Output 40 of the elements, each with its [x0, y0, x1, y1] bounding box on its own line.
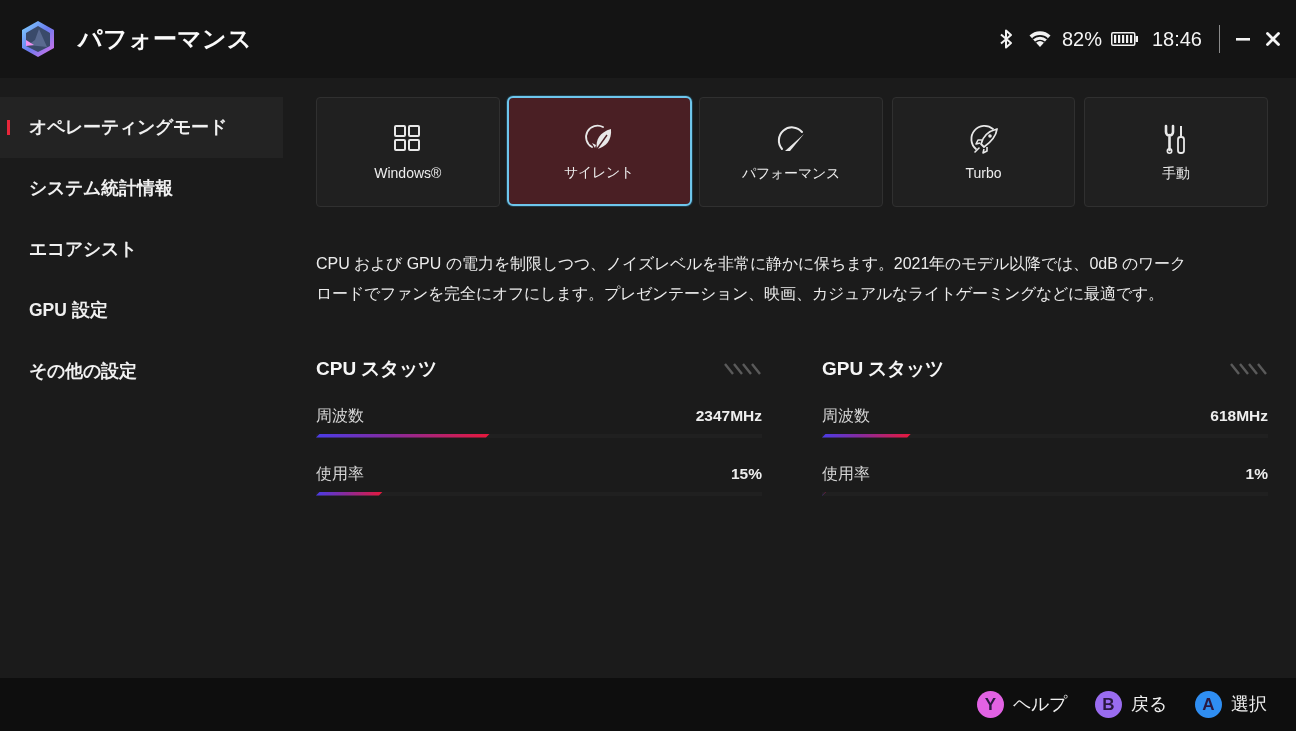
metric-value: 618MHz — [1210, 405, 1268, 426]
metric-label: 使用率 — [316, 463, 364, 484]
controller-key: Y — [977, 691, 1004, 718]
mode-description: CPU および GPU の電力を制限しつつ、ノイズレベルを非常に静かに保ちます。2021年のモデル以降では、0dB のワークロードでファンを完全にオフにします。プレゼンテーション、映画、カジュアルなライトゲーミングなどに最適です。 — [316, 254, 1188, 304]
stripes-icon — [1230, 363, 1268, 376]
metric-label: 周波数 — [316, 405, 364, 426]
mode-card-button[interactable]: 手動 — [1084, 97, 1268, 207]
sidebar-item[interactable]: GPU 設定 — [0, 280, 283, 341]
mode-card-button[interactable]: Windows® — [316, 97, 500, 207]
grid-icon — [392, 123, 423, 154]
metric-value: 1% — [1245, 463, 1268, 484]
sidebar-item[interactable]: システム統計情報 — [0, 158, 283, 219]
controller-key: B — [1095, 691, 1122, 718]
metric-label: 使用率 — [822, 463, 870, 484]
stripes-icon — [724, 363, 762, 376]
mode-card-button[interactable]: Turbo — [891, 97, 1076, 207]
app-title: パフォーマンス — [78, 24, 252, 54]
clock-time: 18:46 — [1151, 27, 1202, 52]
mode-card-button[interactable]: パフォーマンス — [699, 97, 883, 207]
sidebar-item[interactable]: オペレーティングモード — [0, 97, 283, 158]
battery-percent: 82% — [1061, 27, 1102, 52]
hint-label: ヘルプ — [1013, 693, 1067, 716]
mode-card-button[interactable]: サイレント — [506, 96, 693, 206]
rocket-icon — [968, 123, 999, 154]
sidebar-item[interactable]: その他の設定 — [0, 341, 283, 402]
close-icon[interactable] — [1266, 32, 1280, 46]
app-logo-icon — [20, 20, 56, 58]
metric-value: 15% — [730, 463, 762, 484]
controller-key: A — [1195, 691, 1222, 718]
stats-heading: CPU スタッツ — [316, 357, 438, 381]
hint-label: 戻る — [1131, 693, 1167, 716]
stats-heading: GPU スタッツ — [822, 357, 945, 381]
metric-label: 周波数 — [822, 405, 870, 426]
bluetooth-icon — [998, 29, 1013, 49]
battery-icon — [1110, 32, 1138, 46]
wifi-icon — [1028, 30, 1051, 48]
sidebar-item[interactable]: エコアシスト — [0, 219, 283, 280]
metric-value: 2347MHz — [695, 405, 762, 426]
hint-label: 選択 — [1231, 693, 1267, 716]
speedometer-icon — [776, 123, 806, 154]
